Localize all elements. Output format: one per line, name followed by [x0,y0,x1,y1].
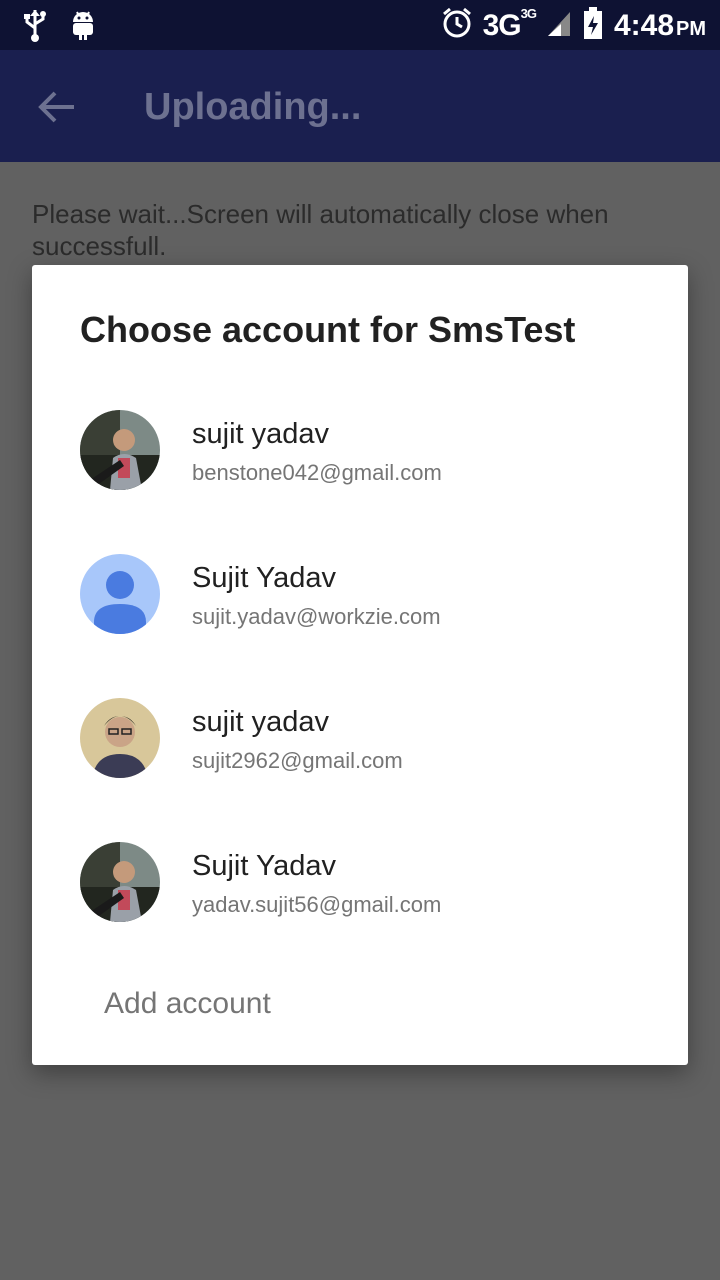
back-arrow-icon[interactable] [38,90,78,124]
account-item[interactable]: Sujit Yadav yadav.sujit56@gmail.com [32,842,688,986]
usb-icon [22,8,48,47]
avatar [80,842,160,922]
account-item[interactable]: sujit yadav sujit2962@gmail.com [32,698,688,842]
app-bar: Uploading... [0,50,720,162]
dialog-title: Choose account for SmsTest [80,309,576,350]
account-item[interactable]: sujit yadav benstone042@gmail.com [32,410,688,554]
alarm-icon [441,6,473,45]
add-account-button[interactable]: Add account [104,987,271,1021]
account-chooser-dialog: Choose account for SmsTest sujit yadav b… [32,265,688,1065]
avatar [80,698,160,778]
account-email: sujit2962@gmail.com [192,748,403,773]
battery-icon [582,6,604,45]
account-name: sujit yadav [192,418,330,450]
signal-icon [546,8,572,43]
network-type: 3G3G [482,5,537,42]
account-email: sujit.yadav@workzie.com [192,604,441,629]
status-bar: 3G3G 4:48 PM [0,0,720,50]
android-icon [70,8,96,47]
avatar [80,410,160,490]
page-title: Uploading... [144,86,362,128]
account-email: yadav.sujit56@gmail.com [192,892,442,917]
account-name: sujit yadav [192,706,330,738]
account-email: benstone042@gmail.com [192,460,442,485]
upload-message: Please wait...Screen will automatically … [32,199,609,261]
default-avatar-icon [80,554,160,634]
account-name: Sujit Yadav [192,850,337,882]
clock: 4:48 PM [613,8,706,42]
account-item[interactable]: Sujit Yadav sujit.yadav@workzie.com [32,554,688,698]
account-name: Sujit Yadav [192,562,337,594]
